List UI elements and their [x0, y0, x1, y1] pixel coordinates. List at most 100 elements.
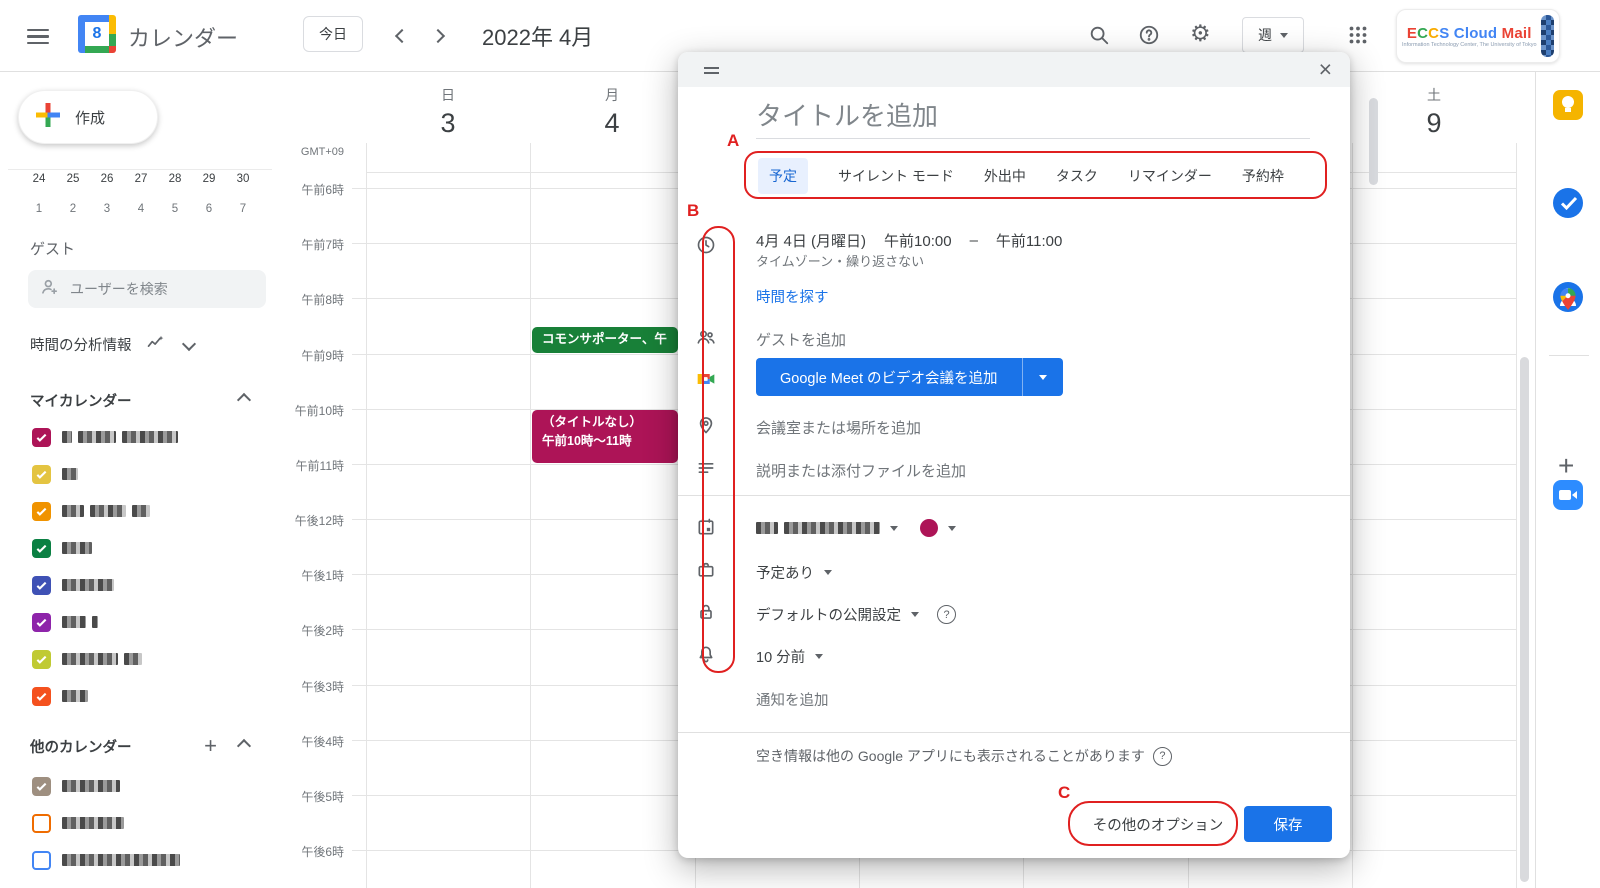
gear-icon[interactable]: ⚙	[1190, 22, 1211, 45]
dialog-drag-bar[interactable]: ×	[678, 52, 1350, 87]
close-icon[interactable]: ×	[1319, 54, 1332, 84]
zoom-icon[interactable]	[1553, 480, 1583, 510]
drag-handle-icon[interactable]	[704, 64, 719, 77]
tasks-icon[interactable]	[1553, 188, 1583, 218]
calendar-checkbox[interactable]	[32, 502, 51, 521]
calendar-checkbox[interactable]	[32, 687, 51, 706]
account-badge[interactable]: ECCS Cloud Mail Information Technology C…	[1396, 9, 1560, 63]
mini-calendar-day[interactable]: 1	[22, 194, 56, 224]
scrollbar-thumb[interactable]	[1520, 357, 1529, 882]
visibility-dropdown[interactable]: デフォルトの公開設定 ?	[756, 604, 956, 625]
scrollbar-thumb-secondary[interactable]	[1369, 98, 1378, 185]
busy-status-dropdown[interactable]: 予定あり	[756, 562, 832, 583]
google-meet-button[interactable]: Google Meet のビデオ会議を追加	[756, 358, 1063, 396]
chevron-up-icon[interactable]	[237, 739, 251, 753]
other-calendars-header[interactable]: 他のカレンダー +	[0, 734, 281, 758]
guest-search-input[interactable]: ユーザーを検索	[28, 270, 266, 308]
mini-calendar-day[interactable]: 24	[22, 164, 56, 194]
mini-calendar-day[interactable]: 30	[226, 164, 260, 194]
mini-calendar-day[interactable]: 29	[192, 164, 226, 194]
calendar-list-item[interactable]	[0, 807, 281, 839]
help-circle-icon[interactable]: ?	[937, 605, 956, 624]
mini-calendar-day[interactable]: 7	[226, 194, 260, 224]
event-date[interactable]: 4月 4日 (月曜日)	[756, 230, 866, 251]
calendar-checkbox[interactable]	[32, 428, 51, 447]
day-number[interactable]: 9	[1404, 108, 1464, 139]
help-icon[interactable]	[1138, 24, 1160, 51]
tab-option[interactable]: サイレント モード	[838, 166, 954, 186]
mini-calendar-day[interactable]: 5	[158, 194, 192, 224]
mini-calendar-day[interactable]: 27	[124, 164, 158, 194]
save-button[interactable]: 保存	[1244, 806, 1332, 842]
chevron-up-icon[interactable]	[237, 393, 251, 407]
my-calendars-header[interactable]: マイカレンダー	[0, 388, 281, 412]
event-color-dot[interactable]	[920, 519, 938, 537]
calendar-list-item[interactable]	[0, 569, 281, 601]
calendar-checkbox[interactable]	[32, 613, 51, 632]
calendar-list-item[interactable]	[0, 844, 281, 876]
event-end-time[interactable]: 午前11:00	[996, 230, 1062, 251]
calendar-list-item[interactable]	[0, 770, 281, 802]
caret-down-icon[interactable]	[890, 526, 898, 531]
tab-option[interactable]: 予約枠	[1242, 166, 1284, 186]
today-button[interactable]: 今日	[303, 16, 363, 52]
chevron-down-icon[interactable]	[181, 337, 195, 351]
google-meet-dropdown[interactable]	[1022, 358, 1063, 396]
calendar-event[interactable]: コモンサポーター、午	[532, 327, 678, 353]
add-location-field[interactable]: 会議室または場所を追加	[756, 417, 921, 438]
create-button[interactable]: 作成	[18, 90, 158, 144]
tab-option[interactable]: 外出中	[984, 166, 1026, 186]
insights-row[interactable]: 時間の分析情報	[0, 332, 281, 356]
mini-calendar-day[interactable]: 4	[124, 194, 158, 224]
day-number[interactable]: 4	[582, 108, 642, 139]
calendar-checkbox[interactable]	[32, 814, 51, 833]
add-description-field[interactable]: 説明または添付ファイルを追加	[756, 460, 966, 481]
calendar-list-item[interactable]	[0, 680, 281, 712]
calendar-list-item[interactable]	[0, 421, 281, 453]
plus-icon[interactable]: +	[1558, 450, 1574, 482]
mini-calendar-day[interactable]: 6	[192, 194, 226, 224]
more-options-button[interactable]: その他のオプション	[1078, 814, 1238, 835]
avatar[interactable]	[1541, 15, 1554, 57]
calendar-checkbox[interactable]	[32, 777, 51, 796]
add-calendar-icon[interactable]: +	[204, 733, 217, 759]
calendar-checkbox[interactable]	[32, 465, 51, 484]
mini-calendar-day[interactable]: 28	[158, 164, 192, 194]
calendar-event[interactable]: （タイトルなし）午前10時〜11時	[532, 410, 678, 463]
day-number[interactable]: 3	[418, 108, 478, 139]
help-circle-icon[interactable]: ?	[1153, 747, 1172, 766]
calendar-checkbox[interactable]	[32, 851, 51, 870]
keep-icon[interactable]	[1553, 90, 1583, 120]
datetime-row[interactable]: 4月 4日 (月曜日) 午前10:00 – 午前11:00	[756, 230, 1062, 251]
calendar-list-item[interactable]	[0, 643, 281, 675]
mini-calendar-day[interactable]: 3	[90, 194, 124, 224]
prev-week-icon[interactable]	[397, 28, 407, 46]
current-date-range[interactable]: 2022年 4月	[482, 20, 593, 52]
calendar-select-row[interactable]	[756, 519, 956, 537]
mini-calendar-day[interactable]: 25	[56, 164, 90, 194]
google-meet-button-label[interactable]: Google Meet のビデオ会議を追加	[756, 358, 1022, 396]
calendar-list-item[interactable]	[0, 532, 281, 564]
hamburger-menu-icon[interactable]	[27, 25, 49, 48]
add-notification-link[interactable]: 通知を追加	[756, 689, 829, 710]
timezone-recurrence-row[interactable]: タイムゾーン・繰り返さない	[756, 251, 924, 270]
event-start-time[interactable]: 午前10:00	[884, 230, 952, 251]
calendar-checkbox[interactable]	[32, 650, 51, 669]
calendar-checkbox[interactable]	[32, 576, 51, 595]
caret-down-icon[interactable]	[948, 526, 956, 531]
maps-icon[interactable]	[1555, 286, 1585, 316]
tab-selected[interactable]: 予定	[758, 158, 808, 194]
calendar-list-item[interactable]	[0, 458, 281, 490]
tab-option[interactable]: リマインダー	[1128, 166, 1212, 186]
event-title-input[interactable]: タイトルを追加	[756, 96, 938, 133]
tab-option[interactable]: タスク	[1056, 166, 1098, 186]
calendar-logo-icon[interactable]: 8	[78, 15, 116, 53]
mini-calendar-day[interactable]: 2	[56, 194, 90, 224]
calendar-list-item[interactable]	[0, 495, 281, 527]
calendar-list-item[interactable]	[0, 606, 281, 638]
add-guests-field[interactable]: ゲストを追加	[756, 329, 846, 350]
view-selector-dropdown[interactable]: 週	[1242, 17, 1304, 53]
mini-calendar-day[interactable]: 26	[90, 164, 124, 194]
next-week-icon[interactable]	[433, 28, 443, 46]
calendar-checkbox[interactable]	[32, 539, 51, 558]
